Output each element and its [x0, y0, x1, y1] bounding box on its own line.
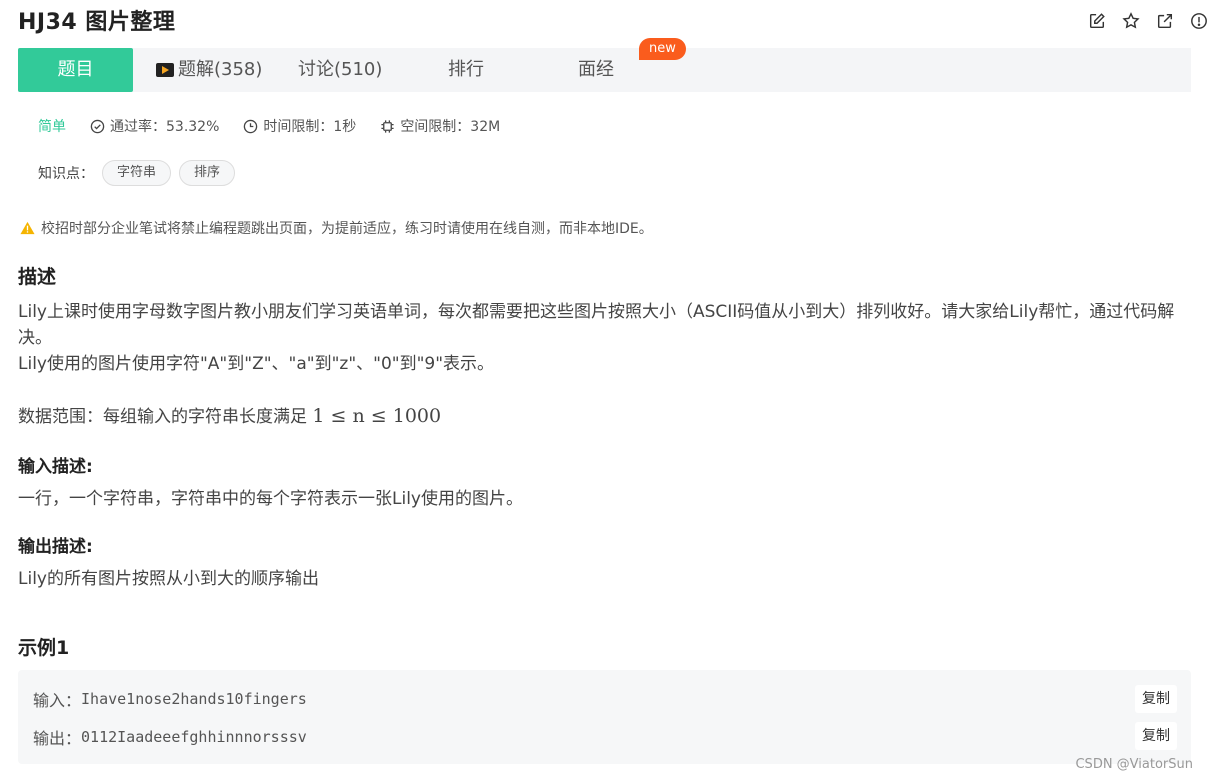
problem-meta: 简单 通过率：53.32% 时间限制：1秒 空间限制：32M: [38, 116, 524, 136]
copy-input-button[interactable]: 复制: [1135, 685, 1177, 713]
tab-solutions[interactable]: 题解(358): [156, 48, 262, 92]
example-output-row: 输出： 0112Iaadeeefghhinnnorsssv: [33, 725, 307, 749]
tag-string[interactable]: 字符串: [102, 160, 172, 186]
tab-bar: 题目 题解(358) 讨论(510) 排行 面经 new: [18, 38, 1191, 92]
example-output-label: 输出：: [33, 729, 82, 748]
data-range: 数据范围：每组输入的字符串长度满足 1 ≤ n ≤ 1000: [18, 402, 441, 427]
check-circle-icon: [90, 119, 105, 133]
time-limit-text: 时间限制：1秒: [263, 119, 357, 135]
warning-icon: [20, 221, 35, 235]
output-description: Lily的所有图片按照从小到大的顺序输出: [18, 569, 319, 589]
new-badge: new: [639, 38, 686, 60]
input-title: 输入描述:: [18, 457, 93, 477]
example-title: 示例1: [18, 637, 70, 659]
page-header: HJ34 图片整理: [18, 8, 1209, 40]
knowledge-label: 知识点：: [38, 166, 94, 182]
tab-solutions-label: 题解(358): [178, 59, 263, 80]
star-icon[interactable]: [1121, 11, 1141, 31]
report-icon[interactable]: [1189, 11, 1209, 31]
warning-text: 校招时部分企业笔试将禁止编程题跳出页面，为提前适应，练习时请使用在线自测，而非本…: [41, 221, 653, 237]
tab-interview[interactable]: 面经: [578, 48, 614, 92]
pass-rate-text: 通过率：53.32%: [110, 119, 220, 135]
chip-icon: [381, 119, 394, 133]
data-range-math: 1 ≤ n ≤ 1000: [312, 405, 442, 427]
example-input-label: 输入：: [33, 691, 82, 710]
clock-icon: [244, 119, 258, 133]
description-line-2: Lily使用的图片使用字符"A"到"Z"、"a"到"z"、"0"到"9"表示。: [18, 354, 495, 374]
copy-output-button[interactable]: 复制: [1135, 722, 1177, 750]
space-limit: 空间限制：32M: [380, 116, 500, 136]
output-title: 输出描述:: [18, 537, 93, 557]
page-title: HJ34 图片整理: [18, 10, 176, 35]
example-input-value: Ihave1nose2hands10fingers: [81, 690, 307, 708]
tag-sort[interactable]: 排序: [179, 160, 236, 186]
example-output-value: 0112Iaadeeefghhinnnorsssv: [81, 728, 307, 746]
tab-ranking[interactable]: 排行: [448, 48, 484, 92]
knowledge-points: 知识点： 字符串 排序: [38, 160, 236, 186]
warning-notice: 校招时部分企业笔试将禁止编程题跳出页面，为提前适应，练习时请使用在线自测，而非本…: [20, 218, 653, 238]
watermark: CSDN @ViatorSun: [1075, 757, 1193, 772]
description-title: 描述: [18, 266, 57, 288]
pass-rate: 通过率：53.32%: [90, 116, 219, 136]
data-range-text: 数据范围：每组输入的字符串长度满足: [18, 407, 313, 427]
edit-icon[interactable]: [1087, 11, 1107, 31]
tab-discussion[interactable]: 讨论(510): [298, 48, 382, 92]
difficulty-label: 简单: [38, 119, 66, 135]
space-limit-text: 空间限制：32M: [400, 119, 501, 135]
time-limit: 时间限制：1秒: [243, 116, 356, 136]
external-link-icon[interactable]: [1155, 11, 1175, 31]
example-input-row: 输入： Ihave1nose2hands10fingers: [33, 687, 307, 711]
tab-problem[interactable]: 题目: [18, 48, 133, 92]
input-description: 一行，一个字符串，字符串中的每个字符表示一张Lily使用的图片。: [18, 489, 523, 509]
example-box: 输入： Ihave1nose2hands10fingers 复制 输出： 011…: [18, 670, 1191, 764]
video-play-icon: [156, 63, 174, 77]
header-actions: [1087, 11, 1209, 31]
description-line-1: Lily上课时使用字母数字图片教小朋友们学习英语单词，每次都需要把这些图片按照大…: [18, 302, 1175, 348]
